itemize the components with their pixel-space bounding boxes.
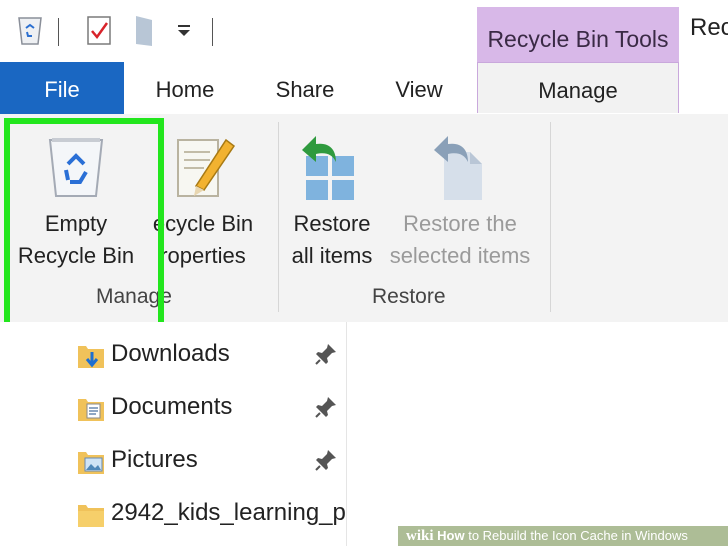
pin-icon[interactable] xyxy=(314,448,338,477)
wikihow-watermark: wiki How to Rebuild the Icon Cache in Wi… xyxy=(398,526,728,546)
nav-item-label: Documents xyxy=(111,393,233,420)
nav-item-downloads[interactable]: Downloads xyxy=(76,336,346,376)
restore-all-items-button[interactable]: Restore all items xyxy=(282,128,382,272)
folder-icon xyxy=(76,501,106,536)
restore-selected-label-line1: Restore the xyxy=(403,211,517,236)
restore-all-label-line2: all items xyxy=(291,243,373,268)
ribbon-tab-bar: File Home Share View Manage xyxy=(0,62,728,115)
tab-view[interactable]: View xyxy=(376,62,462,114)
documents-folder-icon xyxy=(76,395,106,430)
restore-all-icon xyxy=(282,128,382,208)
recycle-bin-tools-header: Recycle Bin Tools xyxy=(477,7,679,63)
nav-item-label: 2942_kids_learning_p xyxy=(111,499,346,526)
pin-icon[interactable] xyxy=(314,395,338,424)
tab-file[interactable]: File xyxy=(0,62,124,114)
restore-selected-label-line2: selected items xyxy=(389,243,531,268)
restore-selected-items-button[interactable]: Restore the selected items xyxy=(384,128,536,272)
qat-separator xyxy=(58,18,59,46)
nav-item-label: Pictures xyxy=(111,446,198,473)
tab-home[interactable]: Home xyxy=(140,62,230,114)
navigation-pane: Downloads Documents Pictures 2942_kids_l… xyxy=(0,322,347,546)
ribbon-group-separator xyxy=(278,122,279,312)
pin-icon[interactable] xyxy=(314,342,338,371)
nav-item-label: Downloads xyxy=(111,340,230,367)
highlight-box xyxy=(4,118,164,328)
watermark-how: How xyxy=(437,528,465,543)
nav-item-folder[interactable]: 2942_kids_learning_p xyxy=(76,495,346,535)
nav-item-documents[interactable]: Documents xyxy=(76,389,346,429)
recycle-bin-small-icon[interactable] xyxy=(16,14,44,51)
properties-check-icon[interactable] xyxy=(86,14,112,51)
qat-separator xyxy=(212,18,213,46)
ribbon-group-separator xyxy=(550,122,551,312)
nav-item-pictures[interactable]: Pictures xyxy=(76,442,346,482)
downloads-folder-icon xyxy=(76,342,106,377)
restore-group-label: Restore xyxy=(372,285,446,308)
restore-all-label-line1: Restore xyxy=(293,211,371,236)
tab-manage[interactable]: Manage xyxy=(477,62,679,113)
tab-share[interactable]: Share xyxy=(260,62,350,114)
watermark-brand: wiki xyxy=(406,528,434,544)
restore-selected-icon xyxy=(384,128,536,208)
pictures-folder-icon xyxy=(76,448,106,483)
chevron-down-icon[interactable] xyxy=(176,24,192,43)
new-folder-icon[interactable] xyxy=(134,14,156,53)
file-list-pane[interactable] xyxy=(347,322,728,546)
watermark-caption: to Rebuild the Icon Cache in Windows xyxy=(464,528,688,543)
window-title: Rec xyxy=(690,14,728,41)
